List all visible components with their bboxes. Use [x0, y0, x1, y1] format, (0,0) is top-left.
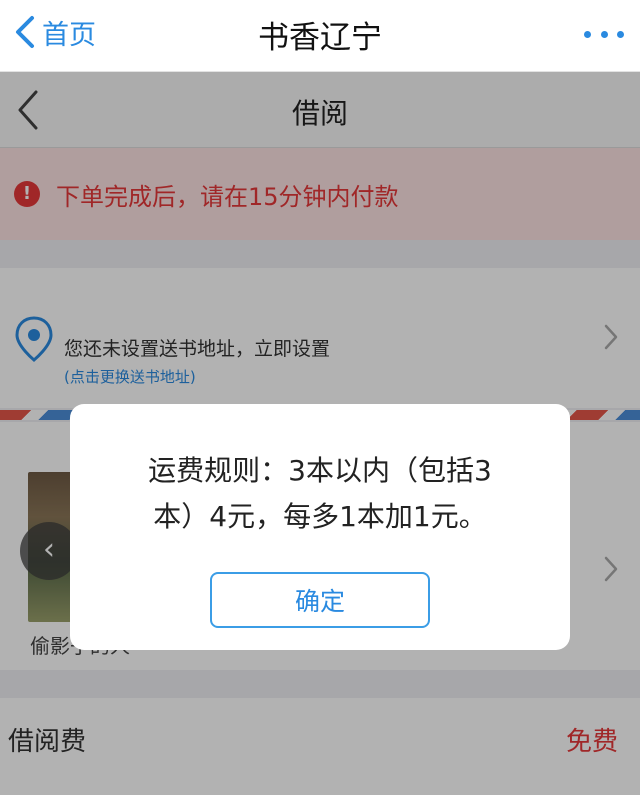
shipping-rule-dialog: 运费规则：3本以内（包括3 本）4元，每多1本加1元。 确定 [70, 404, 570, 650]
confirm-button[interactable]: 确定 [210, 572, 430, 628]
more-dot-icon [584, 30, 591, 38]
app-title: 书香辽宁 [258, 20, 382, 56]
dialog-message: 运费规则：3本以内（包括3 本）4元，每多1本加1元。 [110, 448, 530, 540]
more-options-button[interactable] [584, 16, 624, 52]
more-dot-icon [600, 30, 608, 38]
dialog-message-line: 运费规则：3本以内（包括3 [148, 454, 492, 487]
top-nav-bar: 首页 书香辽宁 [0, 0, 640, 72]
more-dot-icon [617, 30, 624, 38]
dialog-message-line: 本）4元，每多1本加1元。 [153, 500, 487, 533]
